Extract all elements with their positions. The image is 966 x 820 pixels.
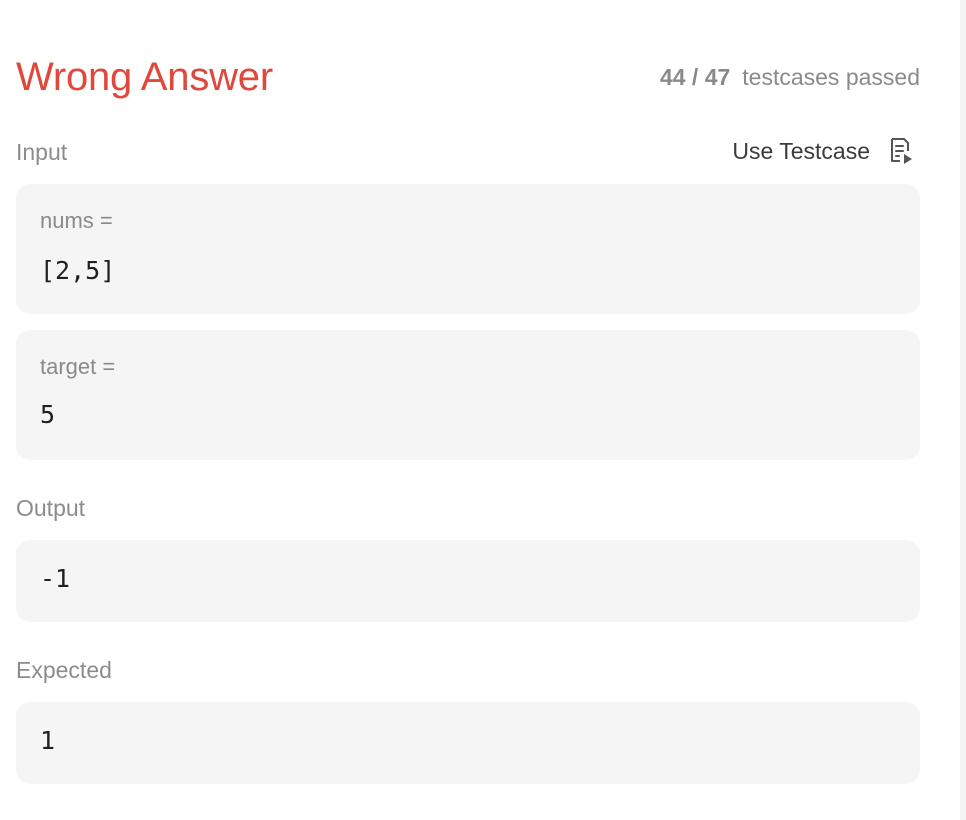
result-status-title: Wrong Answer: [16, 55, 273, 99]
output-value: -1: [40, 564, 71, 593]
output-card: -1: [16, 540, 920, 622]
param-name: nums =: [40, 208, 113, 233]
testcases-passed-summary: 44 / 47 testcases passed: [660, 62, 920, 92]
expected-card: 1: [16, 702, 920, 784]
passed-count: 44 / 47: [659, 64, 731, 90]
result-panel: Wrong Answer 44 / 47 testcases passed Inp…: [0, 0, 960, 820]
expected-value: 1: [40, 726, 56, 755]
use-testcase-label: Use Testcase: [732, 137, 870, 164]
passed-suffix: testcases passed: [742, 64, 920, 90]
input-label: Input: [16, 139, 68, 165]
param-value: [2,5]: [40, 256, 116, 285]
param-value: 5: [40, 400, 56, 429]
scrollbar-track[interactable]: [960, 0, 966, 820]
expected-label: Expected: [16, 657, 112, 683]
document-play-icon: [888, 136, 914, 166]
input-param-card-target: target = 5: [16, 330, 920, 460]
input-param-card-nums: nums = [2,5]: [16, 184, 920, 314]
param-name: target =: [40, 354, 116, 379]
output-label: Output: [16, 495, 86, 521]
result-header: Wrong Answer 44 / 47 testcases passed: [16, 52, 920, 102]
use-testcase-button[interactable]: Use Testcase: [732, 136, 914, 166]
